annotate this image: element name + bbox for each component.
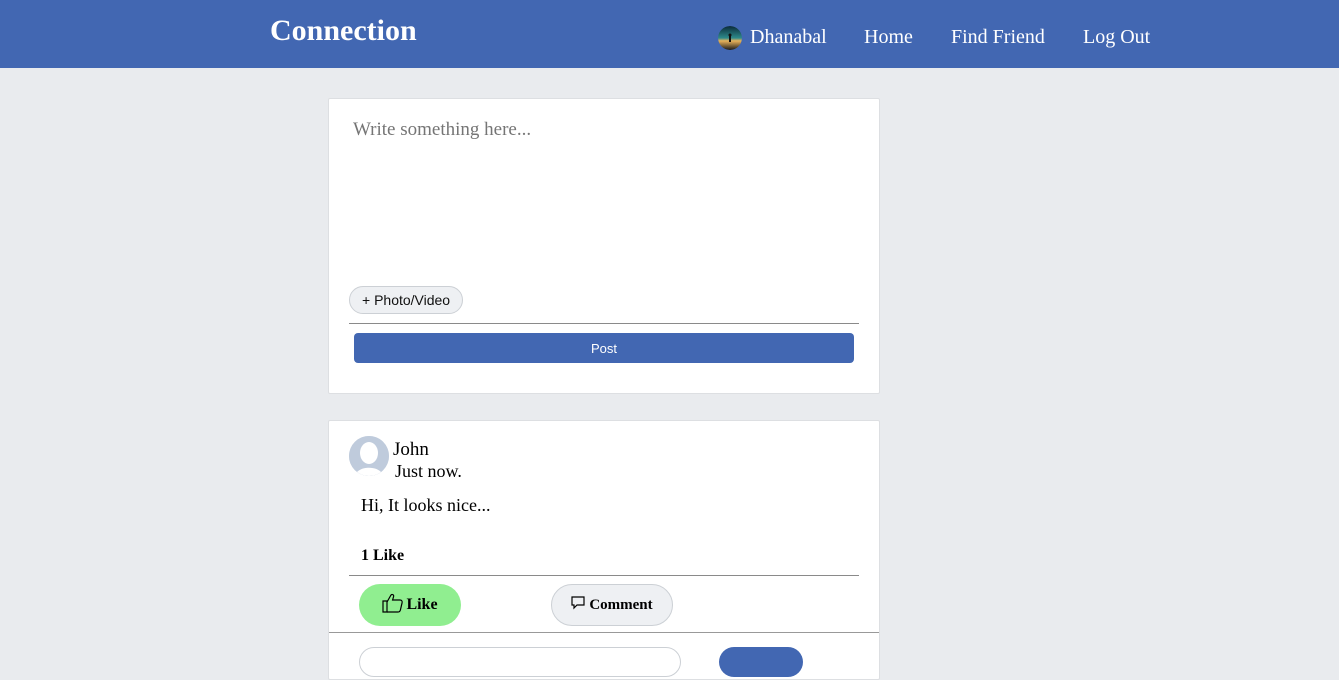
- post-card: John Just now. Hi, It looks nice... 1 Li…: [328, 420, 880, 680]
- post-body: Hi, It looks nice...: [361, 495, 491, 515]
- comment-input[interactable]: [359, 647, 681, 677]
- add-photo-video-button[interactable]: + Photo/Video: [349, 286, 464, 314]
- brand-logo[interactable]: Connection: [270, 14, 417, 48]
- comment-button[interactable]: Comment: [551, 584, 673, 626]
- nav-find-friend[interactable]: Find Friend: [951, 26, 1045, 49]
- user-avatar[interactable]: [718, 26, 742, 50]
- comment-divider: [329, 632, 879, 633]
- nav-logout[interactable]: Log Out: [1083, 26, 1150, 49]
- post-divider: [349, 575, 859, 576]
- post-author-name[interactable]: John: [393, 439, 429, 461]
- post-timestamp: Just now.: [395, 461, 462, 481]
- thumbs-up-icon: [382, 593, 404, 618]
- author-avatar[interactable]: [349, 436, 389, 476]
- post-textarea[interactable]: [351, 117, 855, 281]
- nav-user-name[interactable]: Dhanabal: [750, 26, 827, 49]
- nav-home[interactable]: Home: [864, 26, 913, 49]
- composer-divider: [349, 323, 859, 324]
- comment-icon: [571, 595, 585, 615]
- like-button-label: Like: [406, 596, 438, 613]
- comment-submit-button[interactable]: [719, 647, 803, 677]
- post-button[interactable]: Post: [354, 333, 854, 363]
- post-composer: + Photo/Video Post: [328, 98, 880, 394]
- top-navbar: Connection Dhanabal Home Find Friend Log…: [0, 0, 1339, 68]
- like-button[interactable]: Like: [359, 584, 461, 626]
- like-count: 1 Like: [361, 547, 405, 564]
- comment-button-label: Comment: [589, 596, 653, 613]
